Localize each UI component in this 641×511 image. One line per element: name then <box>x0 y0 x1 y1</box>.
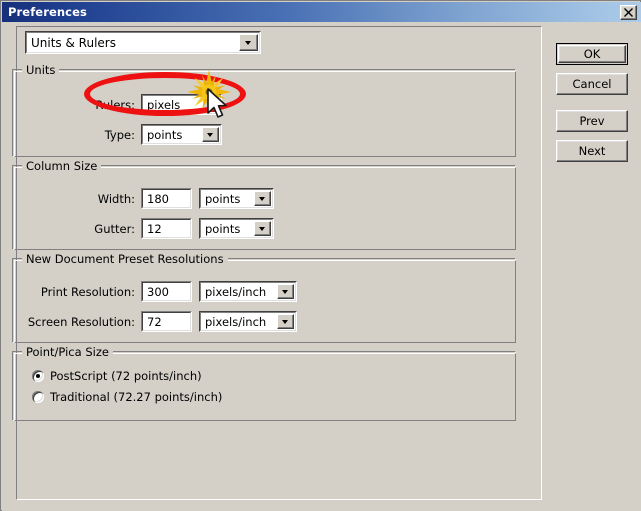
point-pica-size-group: Point/Pica Size PostScript (72 points/in… <box>12 345 516 421</box>
title-bar[interactable]: Preferences <box>2 2 641 22</box>
width-row: Width: 180 points <box>13 188 274 209</box>
screen-resolution-value: 72 <box>142 312 191 331</box>
gutter-unit-value: points <box>205 221 241 236</box>
gutter-input[interactable]: 12 <box>141 218 192 239</box>
screen-resolution-unit-inner: pixels/inch <box>200 312 296 331</box>
chevron-down-icon[interactable] <box>254 191 271 206</box>
screen-resolution-input[interactable]: 72 <box>141 311 192 332</box>
type-row: Type: points <box>13 124 233 145</box>
category-dropdown-value: Units & Rulers <box>31 35 116 50</box>
print-resolution-unit-inner: pixels/inch <box>200 282 296 301</box>
rulers-dropdown-value: pixels <box>147 97 181 112</box>
rulers-dropdown[interactable]: pixels <box>141 94 222 115</box>
radio-traditional-label: Traditional (72.27 points/inch) <box>50 390 223 404</box>
category-dropdown-inner: Units & Rulers <box>26 32 260 53</box>
ok-button-label: OK <box>583 47 601 61</box>
chevron-down-icon[interactable] <box>239 34 258 51</box>
chevron-down-icon[interactable] <box>202 97 219 112</box>
radio-postscript-label: PostScript (72 points/inch) <box>50 369 202 383</box>
width-unit-dropdown-inner: points <box>200 189 273 208</box>
preset-resolutions-group: New Document Preset Resolutions Print Re… <box>12 252 516 343</box>
print-resolution-unit-value: pixels/inch <box>205 284 267 299</box>
screen-resolution-label: Screen Resolution: <box>27 314 135 329</box>
cancel-button-label: Cancel <box>572 77 612 91</box>
width-input-value: 180 <box>142 189 191 208</box>
close-button[interactable] <box>620 4 637 20</box>
print-resolution-value: 300 <box>142 282 191 301</box>
prev-button[interactable]: Prev <box>556 110 628 132</box>
preferences-dialog: Preferences Units & Rulers Units Rulers: <box>0 0 641 511</box>
ok-button[interactable]: OK <box>556 43 628 65</box>
type-dropdown-value: points <box>147 127 183 142</box>
width-input[interactable]: 180 <box>141 188 192 209</box>
gutter-label: Gutter: <box>94 221 135 236</box>
next-button[interactable]: Next <box>556 140 628 162</box>
units-group: Units Rulers: pixels Type: points <box>12 63 516 157</box>
column-size-group: Column Size Width: 180 points Gutter: 12 <box>12 159 516 250</box>
rulers-dropdown-inner: pixels <box>142 95 221 114</box>
chevron-down-icon[interactable] <box>277 284 294 299</box>
chevron-down-icon[interactable] <box>254 221 271 236</box>
print-resolution-input[interactable]: 300 <box>141 281 192 302</box>
radio-postscript[interactable]: PostScript (72 points/inch) <box>32 369 202 383</box>
type-label: Type: <box>104 127 135 142</box>
chevron-down-icon[interactable] <box>277 314 294 329</box>
print-resolution-row: Print Resolution: 300 pixels/inch <box>13 281 297 302</box>
screen-resolution-row: Screen Resolution: 72 pixels/inch <box>13 311 297 332</box>
cancel-button[interactable]: Cancel <box>556 73 628 95</box>
close-icon <box>624 7 633 17</box>
gutter-row: Gutter: 12 points <box>13 218 274 239</box>
screen-resolution-unit-dropdown[interactable]: pixels/inch <box>199 311 297 332</box>
radio-button-icon[interactable] <box>32 370 44 382</box>
preset-resolutions-group-title: New Document Preset Resolutions <box>22 252 228 266</box>
print-resolution-label: Print Resolution: <box>40 284 135 299</box>
units-group-title: Units <box>22 63 60 77</box>
rulers-label: Rulers: <box>95 97 135 112</box>
chevron-down-icon[interactable] <box>202 127 219 142</box>
next-button-label: Next <box>578 144 606 158</box>
rulers-row: Rulers: pixels <box>13 94 233 115</box>
width-unit-dropdown[interactable]: points <box>199 188 274 209</box>
point-pica-size-group-title: Point/Pica Size <box>22 345 113 359</box>
window-title: Preferences <box>8 5 87 19</box>
type-dropdown-inner: points <box>142 125 221 144</box>
dialog-content: Units & Rulers Units Rulers: pixels Type… <box>2 22 641 511</box>
width-unit-value: points <box>205 191 241 206</box>
gutter-unit-dropdown[interactable]: points <box>199 218 274 239</box>
gutter-unit-dropdown-inner: points <box>200 219 273 238</box>
screen-resolution-unit-value: pixels/inch <box>205 314 267 329</box>
width-label: Width: <box>97 191 135 206</box>
category-dropdown[interactable]: Units & Rulers <box>25 31 261 54</box>
radio-button-icon[interactable] <box>32 391 44 403</box>
column-size-group-title: Column Size <box>22 159 102 173</box>
radio-traditional[interactable]: Traditional (72.27 points/inch) <box>32 390 222 404</box>
gutter-input-value: 12 <box>142 219 191 238</box>
prev-button-label: Prev <box>579 114 605 128</box>
type-dropdown[interactable]: points <box>141 124 222 145</box>
print-resolution-unit-dropdown[interactable]: pixels/inch <box>199 281 297 302</box>
